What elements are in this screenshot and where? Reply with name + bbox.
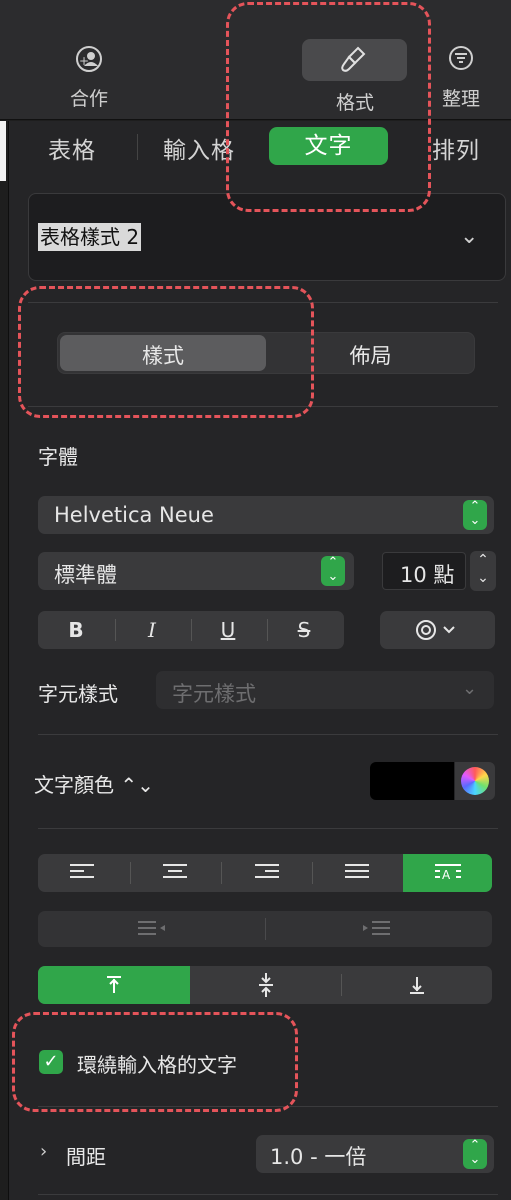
organize-icon xyxy=(449,46,473,70)
align-middle-button[interactable] xyxy=(191,966,341,1004)
gear-icon xyxy=(416,620,455,640)
align-auto-button[interactable]: A xyxy=(403,854,492,892)
annotation-highlight-format xyxy=(226,2,431,212)
align-middle-icon xyxy=(259,973,273,997)
advanced-options-button[interactable] xyxy=(380,611,495,649)
divider xyxy=(38,734,498,735)
align-bottom-icon xyxy=(410,977,424,994)
document-edge xyxy=(0,121,6,181)
align-right-icon xyxy=(255,864,279,878)
svg-text:A: A xyxy=(442,868,451,882)
strikethrough-button[interactable]: S xyxy=(268,618,340,642)
align-center-icon xyxy=(163,864,187,878)
chevron-down-icon: ⌄ xyxy=(462,678,478,699)
collaborate-icon: + xyxy=(76,46,102,72)
decrease-indent-icon xyxy=(138,921,165,935)
organize-button[interactable]: 整理 xyxy=(438,44,484,111)
decrease-indent-button[interactable] xyxy=(40,911,264,947)
font-family-value: Helvetica Neue xyxy=(54,503,214,527)
tab-arrange[interactable]: 排列 xyxy=(432,131,480,165)
text-color-well[interactable] xyxy=(370,762,454,800)
character-style-placeholder: 字元樣式 xyxy=(172,682,256,706)
divider xyxy=(38,1194,498,1195)
spacing-value: 1.0 - 一倍 xyxy=(270,1145,367,1169)
align-auto-icon: A xyxy=(435,864,461,882)
font-section-label: 字體 xyxy=(38,445,78,469)
font-size-stepper[interactable]: ⌃ ⌄ xyxy=(470,551,496,591)
tab-table[interactable]: 表格 xyxy=(48,131,96,165)
svg-text:+: + xyxy=(79,54,89,68)
tab-divider xyxy=(137,134,138,160)
font-family-stepper-icon: ⌃ ⌄ xyxy=(463,500,487,530)
increase-indent-icon xyxy=(363,921,390,935)
divider xyxy=(38,828,498,829)
increase-indent-button[interactable] xyxy=(266,911,490,947)
organize-label: 整理 xyxy=(441,88,480,110)
align-top-button[interactable] xyxy=(38,966,190,1004)
color-picker-button[interactable] xyxy=(455,762,495,800)
font-size-value: 10 點 xyxy=(400,563,455,587)
collaborate-button[interactable]: + 合作 xyxy=(58,44,120,111)
text-color-label[interactable]: 文字顏色 ⌃⌄ xyxy=(34,769,154,798)
table-style-name[interactable]: 表格樣式 2 xyxy=(38,223,142,251)
align-bottom-button[interactable] xyxy=(342,966,492,1004)
typeface-value: 標準體 xyxy=(54,563,117,587)
annotation-highlight-style xyxy=(18,286,314,418)
disclosure-chevron-icon[interactable]: › xyxy=(40,1141,47,1162)
annotation-highlight-wrap xyxy=(12,1012,298,1112)
tab-cell[interactable]: 輸入格 xyxy=(163,131,235,165)
align-left-button[interactable] xyxy=(40,854,128,892)
spacing-label[interactable]: 間距 xyxy=(66,1141,106,1170)
character-style-label: 字元樣式 xyxy=(38,682,118,706)
collaborate-label: 合作 xyxy=(69,88,108,110)
underline-button[interactable]: U xyxy=(192,618,264,642)
align-justify-icon xyxy=(345,864,369,878)
color-wheel-icon xyxy=(461,767,489,795)
typeface-stepper-icon: ⌃ ⌄ xyxy=(321,556,345,586)
spacing-stepper-icon: ⌃ ⌄ xyxy=(463,1139,487,1169)
bold-button[interactable]: B xyxy=(40,618,112,642)
chevron-down-icon[interactable]: ⌄ xyxy=(460,224,478,249)
align-justify-button[interactable] xyxy=(313,854,401,892)
italic-button[interactable]: I xyxy=(116,618,188,642)
align-center-button[interactable] xyxy=(131,854,219,892)
align-top-icon xyxy=(107,976,121,993)
align-right-button[interactable] xyxy=(222,854,310,892)
align-left-icon xyxy=(70,864,94,878)
